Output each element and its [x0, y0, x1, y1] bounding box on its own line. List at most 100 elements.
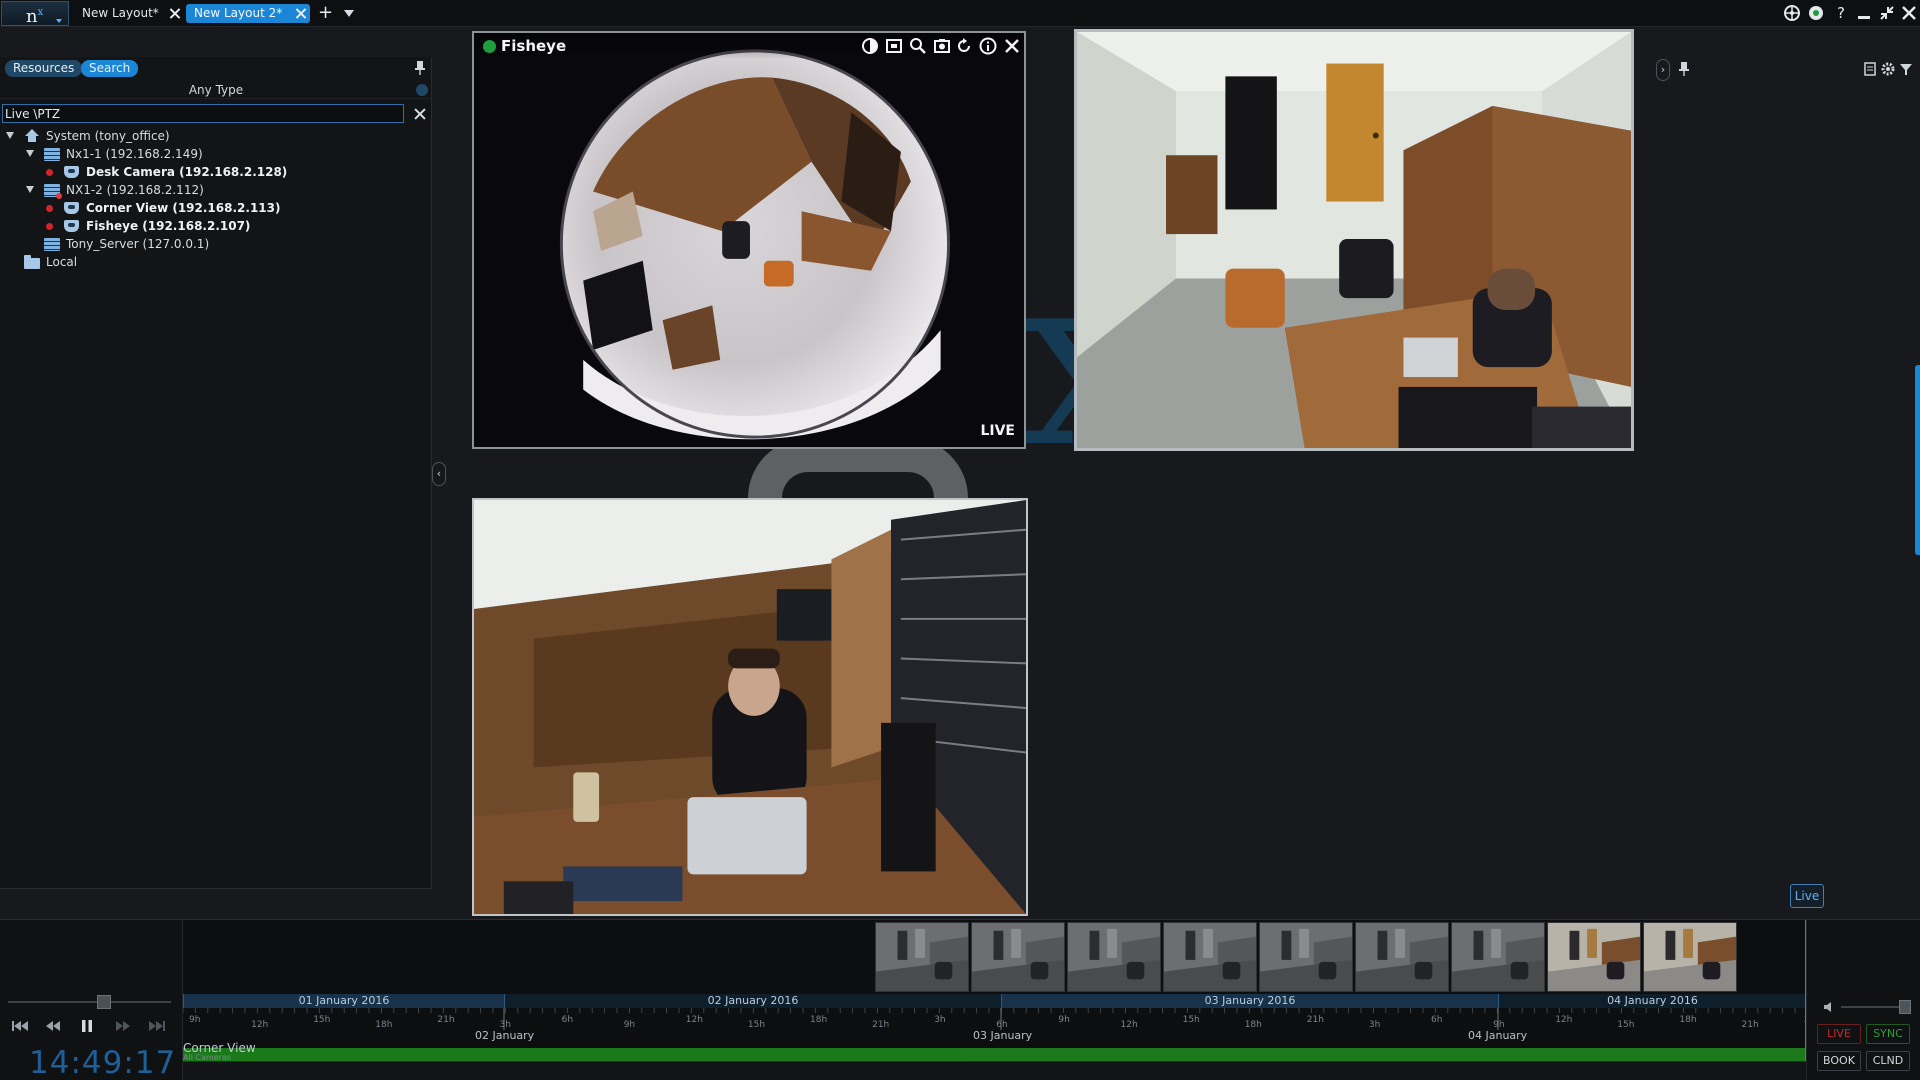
hour-label: 21h — [872, 1020, 890, 1030]
tab-list-icon[interactable] — [344, 10, 354, 17]
skip-forward-icon[interactable] — [142, 1019, 172, 1041]
fullscreen-exit-icon[interactable] — [1878, 4, 1896, 22]
add-tab-button[interactable]: + — [318, 2, 333, 24]
timeline-scrollbar[interactable] — [183, 1061, 1806, 1080]
hour-label: 9h — [1058, 1015, 1070, 1025]
pause-icon[interactable] — [72, 1019, 102, 1041]
date-row: 01 January 2016 02 January 2016 03 Janua… — [183, 994, 1806, 1008]
recording-icon — [46, 223, 53, 230]
screenshot-icon[interactable] — [932, 36, 952, 56]
tab-resources[interactable]: Resources — [5, 60, 83, 77]
camera-tile-corner-view[interactable] — [1074, 29, 1634, 451]
hour-label: 18h — [375, 1020, 393, 1030]
close-window-icon[interactable] — [1900, 4, 1918, 22]
timeline-thumbnail[interactable] — [875, 922, 969, 992]
camera-icon — [64, 166, 79, 178]
search-input[interactable] — [2, 104, 404, 123]
rewind-icon[interactable] — [38, 1019, 68, 1041]
recording-icon — [46, 169, 53, 176]
timeline-thumbnail[interactable] — [971, 922, 1065, 992]
hour-label: 18h — [1679, 1015, 1697, 1025]
speed-slider-track[interactable] — [8, 1001, 171, 1003]
speed-slider-handle[interactable] — [97, 995, 111, 1009]
volume-icon[interactable] — [1823, 1000, 1837, 1014]
filter-icon[interactable] — [1898, 61, 1914, 77]
corner-view-video-frame — [1077, 32, 1631, 448]
collapse-panel-button[interactable]: ‹ — [432, 462, 446, 486]
timeline-thumbnail[interactable] — [1547, 922, 1641, 992]
date-segment[interactable]: 03 January 2016 — [1001, 994, 1498, 1008]
tree-item-label: Corner View (192.168.2.113) — [86, 201, 281, 215]
tab-new-layout-2[interactable]: New Layout 2* — [186, 4, 310, 23]
resource-type-filter[interactable]: Any Type — [0, 81, 432, 99]
date-segment[interactable]: 01 January 2016 — [183, 994, 504, 1008]
tree-item-label: Fisheye (192.168.2.107) — [86, 219, 251, 233]
tree-item-label: Tony_Server (127.0.0.1) — [66, 237, 210, 251]
tab-label: New Layout* — [82, 6, 159, 20]
timeline-thumbnail[interactable] — [1355, 922, 1449, 992]
pin-icon[interactable] — [412, 60, 428, 76]
right-panel-toggle[interactable]: › — [1656, 59, 1670, 81]
day-label: 04 January — [1468, 1029, 1528, 1042]
hour-label: 18h — [1244, 1020, 1262, 1030]
timeline-right-controls: LIVE SYNC BOOK CLND — [1806, 920, 1920, 1080]
status-dot — [483, 40, 496, 53]
time-ruler[interactable]: 9h 12h 15h 18h 21h 3h 6h 9h 12h 15h 18h 21h 3h 6h 9h 12… — [183, 1008, 1806, 1052]
expand-arrow-icon[interactable] — [6, 132, 14, 139]
rotate-icon[interactable] — [954, 36, 974, 56]
hour-label: 9h — [189, 1015, 201, 1025]
date-segment[interactable]: 02 January 2016 — [504, 994, 1001, 1008]
timeline-thumbnail[interactable] — [1163, 922, 1257, 992]
tree-item-label: NX1-2 (192.168.2.112) — [66, 183, 204, 197]
right-edge-handle[interactable] — [1915, 365, 1920, 555]
hour-label: 15h — [1182, 1015, 1200, 1025]
close-icon[interactable] — [167, 6, 182, 21]
network-icon[interactable] — [1783, 4, 1801, 22]
help-icon[interactable]: ? — [1832, 4, 1850, 22]
hour-label: 12h — [251, 1020, 269, 1030]
camera-tile-desk-camera[interactable] — [472, 498, 1028, 916]
recording-bar[interactable] — [183, 1048, 1806, 1061]
camera-tile-fisheye[interactable]: Fisheye LIVE — [472, 31, 1026, 449]
camera-icon — [64, 220, 79, 232]
timeline-thumbnail[interactable] — [1067, 922, 1161, 992]
current-time-display: 14:49:17 — [29, 1045, 177, 1080]
chevron-down-icon[interactable] — [416, 84, 428, 96]
dewarp-icon[interactable] — [884, 36, 904, 56]
hour-label: 6h — [561, 1015, 574, 1025]
close-icon[interactable] — [1002, 36, 1022, 56]
expand-arrow-icon[interactable] — [26, 150, 34, 157]
timeline-thumbnail[interactable] — [1451, 922, 1545, 992]
date-segment[interactable]: 04 January 2016 — [1498, 994, 1806, 1008]
tab-search[interactable]: Search — [81, 60, 139, 77]
gear-icon[interactable] — [1880, 61, 1896, 77]
hour-label: 21h — [437, 1015, 455, 1025]
tab-new-layout[interactable]: New Layout* — [74, 4, 184, 23]
main-menu-button[interactable]: nx — [1, 1, 69, 27]
brightness-icon[interactable] — [860, 36, 880, 56]
live-button[interactable]: LIVE — [1817, 1024, 1861, 1044]
recording-chunk — [964, 1048, 1806, 1061]
timeline-thumbnail[interactable] — [1259, 922, 1353, 992]
notifications-icon[interactable] — [1862, 61, 1878, 77]
zoom-icon[interactable] — [908, 36, 928, 56]
expand-arrow-icon[interactable] — [26, 186, 34, 193]
tab-label: New Layout 2* — [194, 6, 283, 20]
hour-label: 15h — [1617, 1020, 1635, 1030]
bookmarks-button[interactable]: BOOK — [1817, 1051, 1861, 1071]
pin-icon[interactable] — [1676, 61, 1692, 77]
volume-slider-handle[interactable] — [1899, 1000, 1911, 1014]
system-health-icon[interactable] — [1807, 4, 1825, 22]
sync-button[interactable]: SYNC — [1866, 1024, 1910, 1044]
fast-forward-icon[interactable] — [108, 1019, 138, 1041]
timeline[interactable]: 01 January 2016 02 January 2016 03 Janua… — [183, 920, 1806, 1080]
live-badge[interactable]: Live — [1790, 884, 1824, 908]
calendar-button[interactable]: CLND — [1866, 1051, 1910, 1071]
minimize-icon[interactable] — [1855, 4, 1873, 22]
clear-search-icon[interactable] — [412, 106, 428, 122]
timeline-thumbnail[interactable] — [1643, 922, 1737, 992]
info-icon[interactable] — [978, 36, 998, 56]
hour-label: 3h — [1368, 1020, 1381, 1030]
skip-back-icon[interactable] — [5, 1019, 35, 1041]
close-icon[interactable] — [293, 6, 308, 21]
